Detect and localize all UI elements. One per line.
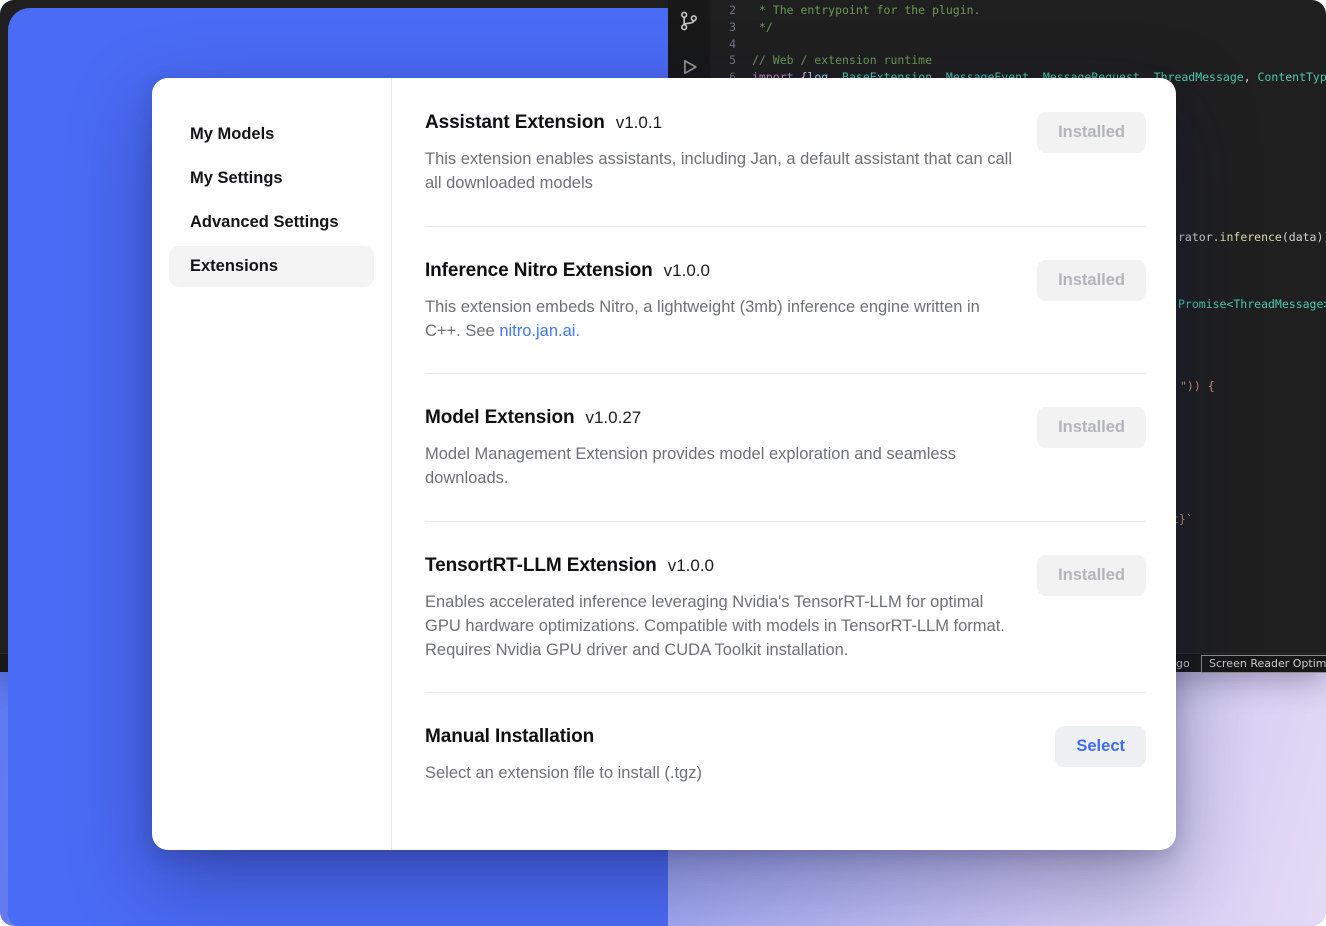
settings-sidebar: My Models My Settings Advanced Settings … [152,78,392,850]
extension-name: Assistant Extension [425,112,605,134]
extension-description-text: This extension enables assistants, inclu… [425,150,1012,192]
extension-info: Inference Nitro Extension v1.0.0 This ex… [425,260,1013,344]
sidebar-item-my-settings[interactable]: My Settings [169,158,374,199]
desktop: 2 * The entrypoint for the plugin.3 */45… [0,0,1326,926]
manual-installation-title: Manual Installation [425,726,594,748]
code-line: 3 */ [712,19,1326,36]
sidebar-item-advanced-settings[interactable]: Advanced Settings [169,202,374,243]
extension-info: Assistant Extension v1.0.1 This extensio… [425,112,1013,196]
sidebar-item-extensions[interactable]: Extensions [169,246,374,287]
extension-description: Model Management Extension provides mode… [425,442,1013,491]
extension-info: TensortRT-LLM Extension v1.0.0 Enables a… [425,555,1013,663]
manual-installation-description-text: Select an extension file to install (.tg… [425,764,702,782]
extensions-panel: Assistant Extension v1.0.1 This extensio… [392,78,1176,850]
source-control-icon[interactable] [678,10,700,32]
installed-button[interactable]: Installed [1037,407,1146,448]
nitro-jan-ai-link[interactable]: nitro.jan.ai. [499,322,580,340]
settings-modal: My Models My Settings Advanced Settings … [152,78,1176,850]
extension-row-tensorrt: TensortRT-LLM Extension v1.0.0 Enables a… [425,522,1146,694]
code-fragment: Promise<ThreadMessage> [1178,296,1326,312]
status-text: go [1176,656,1190,672]
extension-description: Enables accelerated inference leveraging… [425,590,1013,663]
code-line: 2 * The entrypoint for the plugin. [712,2,1326,19]
extension-name: Model Extension [425,407,574,429]
extension-description-text: Enables accelerated inference leveraging… [425,593,1005,660]
extension-title-line: Assistant Extension v1.0.1 [425,112,1013,134]
run-debug-icon[interactable] [678,56,700,78]
manual-installation-description: Select an extension file to install (.tg… [425,761,702,785]
code-line: 5// Web / extension runtime [712,52,1326,69]
extension-row-nitro: Inference Nitro Extension v1.0.0 This ex… [425,227,1146,375]
extension-version: v1.0.0 [664,261,710,281]
extension-description: This extension embeds Nitro, a lightweig… [425,295,1013,344]
extension-title-line: TensortRT-LLM Extension v1.0.0 [425,555,1013,577]
manual-installation-row: Manual Installation Select an extension … [425,693,1146,825]
installed-button[interactable]: Installed [1037,555,1146,596]
editor-code-lines: 2 * The entrypoint for the plugin.3 */45… [712,2,1326,86]
extension-title-line: Inference Nitro Extension v1.0.0 [425,260,1013,282]
extension-version: v1.0.1 [616,113,662,133]
code-fragment: rator.inference(data)); [1178,229,1326,245]
sidebar-item-my-models[interactable]: My Models [169,114,374,155]
installed-button[interactable]: Installed [1037,260,1146,301]
extension-name: TensortRT-LLM Extension [425,555,657,577]
extension-version: v1.0.0 [668,556,714,576]
screen-reader-badge[interactable]: Screen Reader Optimize [1201,655,1326,673]
installed-button[interactable]: Installed [1037,112,1146,153]
extension-row-assistant: Assistant Extension v1.0.1 This extensio… [425,78,1146,227]
extension-title-line: Manual Installation [425,726,702,748]
code-line: 4 [712,36,1326,53]
extension-description: This extension enables assistants, inclu… [425,147,1013,196]
extension-description-text: Model Management Extension provides mode… [425,445,956,487]
extension-name: Inference Nitro Extension [425,260,653,282]
extension-title-line: Model Extension v1.0.27 [425,407,1013,429]
extension-info: Model Extension v1.0.27 Model Management… [425,407,1013,491]
extension-row-model: Model Extension v1.0.27 Model Management… [425,374,1146,522]
select-file-button[interactable]: Select [1055,726,1146,767]
extension-info: Manual Installation Select an extension … [425,726,702,785]
code-fragment: ")) { [1180,378,1215,394]
extension-version: v1.0.27 [585,408,641,428]
